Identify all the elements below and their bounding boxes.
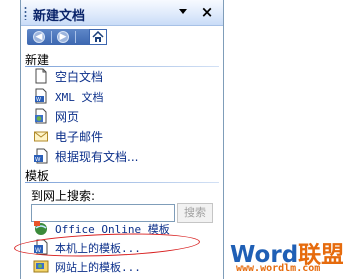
web-page-icon: [35, 108, 47, 124]
new-blank-document-label: 空白文档: [55, 70, 104, 84]
section-divider: [25, 182, 219, 183]
forward-arrow-icon[interactable]: ▶: [57, 31, 69, 43]
navigation-bar: ◀ ▶: [27, 29, 217, 45]
watermark-url: www.wordlm.com: [236, 263, 321, 274]
from-existing-document-label: 根据现有文档...: [55, 150, 139, 164]
close-pane-button[interactable]: ×: [199, 3, 215, 21]
xml-document-icon: W: [35, 88, 47, 104]
search-online-label: 到网上搜索:: [31, 189, 96, 203]
pane-menu-dropdown-icon[interactable]: [179, 9, 187, 14]
template-search-input[interactable]: [31, 204, 175, 222]
search-button[interactable]: 搜索: [177, 203, 213, 223]
office-online-icon: [34, 221, 47, 235]
task-pane-titlebar: 新建文档 ×: [21, 0, 223, 26]
existing-document-icon: W: [34, 148, 48, 164]
watermark-logo: Word联盟 www.wordlm.com: [230, 235, 343, 279]
nav-separator: [51, 31, 52, 43]
new-xml-document-label: XML 文档: [55, 91, 104, 104]
task-pane-title: 新建文档: [33, 9, 86, 24]
drag-grip-icon[interactable]: [24, 6, 27, 20]
blank-document-icon: [35, 68, 47, 84]
home-icon: [92, 31, 104, 42]
svg-text:W: W: [35, 157, 41, 163]
section-divider: [25, 66, 219, 67]
email-icon: [34, 131, 48, 142]
website-templates-label: 网站上的模板...: [55, 261, 141, 274]
back-arrow-icon[interactable]: ◀: [33, 31, 45, 43]
home-button[interactable]: [89, 29, 107, 45]
new-email-label: 电子邮件: [55, 130, 104, 144]
website-templates-icon: [33, 260, 49, 273]
svg-text:W: W: [36, 97, 41, 103]
new-web-page-label: 网页: [55, 110, 80, 124]
nav-separator: [75, 31, 76, 43]
